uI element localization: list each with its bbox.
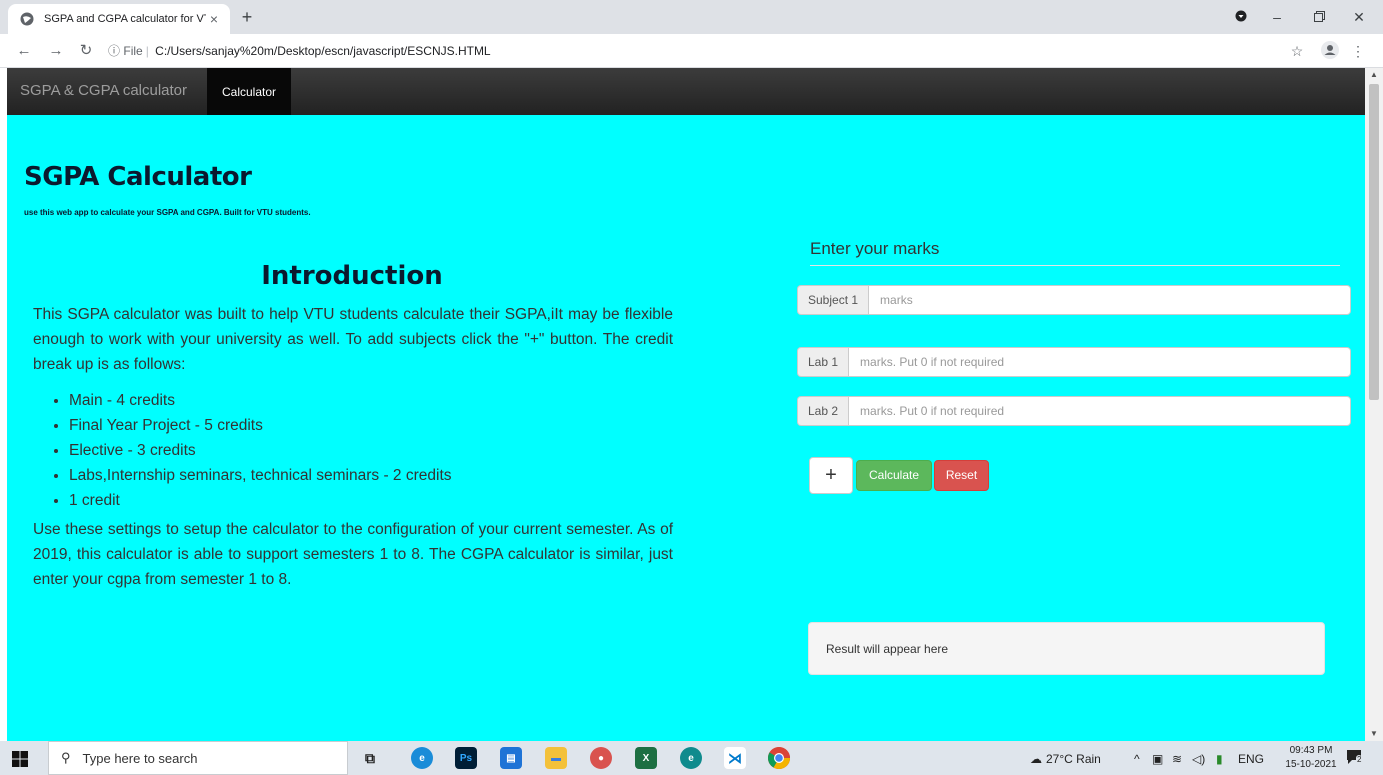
list-item: 1 credit bbox=[69, 488, 452, 513]
url-scheme: File bbox=[123, 44, 143, 58]
search-icon: ⚲ bbox=[61, 750, 71, 765]
subject-1-row: Subject 1 marks bbox=[797, 285, 1351, 315]
restore-icon[interactable] bbox=[1304, 6, 1334, 28]
result-text: Result will appear here bbox=[826, 641, 949, 656]
site-navbar: SGPA & CGPA calculator Calculator bbox=[7, 68, 1365, 115]
forward-icon[interactable]: → bbox=[46, 41, 66, 61]
lab-1-input[interactable]: marks. Put 0 if not required bbox=[848, 347, 1351, 377]
weather-text[interactable]: 27°C Rain bbox=[1046, 752, 1101, 766]
nav-link-calculator[interactable]: Calculator bbox=[207, 68, 291, 115]
tab-title: SGPA and CGPA calculator for VT bbox=[44, 13, 206, 25]
close-window-icon[interactable]: ✕ bbox=[1344, 6, 1374, 28]
task-view-icon[interactable]: ⧉ bbox=[359, 747, 381, 769]
notification-icon[interactable]: 2 bbox=[1346, 749, 1364, 768]
clock-time: 09:43 PM bbox=[1289, 745, 1333, 756]
minimize-icon[interactable]: – bbox=[1262, 6, 1292, 28]
wifi-icon[interactable]: ≋ bbox=[1172, 752, 1182, 766]
intro-paragraph-2: Use these settings to setup the calculat… bbox=[33, 521, 673, 588]
list-item: Labs,Internship seminars, technical semi… bbox=[69, 463, 452, 488]
excel-icon[interactable]: X bbox=[635, 747, 657, 769]
reload-icon[interactable]: ↻ bbox=[76, 41, 96, 61]
browser-tab[interactable]: SGPA and CGPA calculator for VT × bbox=[8, 4, 230, 34]
new-tab-button[interactable]: + bbox=[236, 6, 258, 28]
lab-1-row: Lab 1 marks. Put 0 if not required bbox=[797, 347, 1351, 377]
vscode-icon[interactable]: ⋊ bbox=[724, 747, 746, 769]
intro-heading: Introduction bbox=[261, 261, 443, 291]
file-explorer-icon[interactable]: ▬ bbox=[545, 747, 567, 769]
intro-paragraph-1: This SGPA calculator was built to help V… bbox=[33, 306, 673, 373]
chrome-dev-icon[interactable]: ● bbox=[590, 747, 612, 769]
result-panel: Result will appear here bbox=[808, 622, 1325, 675]
credit-list: Main - 4 credits Final Year Project - 5 … bbox=[55, 388, 452, 513]
lab-2-input[interactable]: marks. Put 0 if not required bbox=[848, 396, 1351, 426]
edge-icon[interactable]: e bbox=[411, 747, 433, 769]
lab-2-label: Lab 2 bbox=[797, 396, 849, 426]
reset-button[interactable]: Reset bbox=[934, 460, 989, 491]
subject-1-input[interactable]: marks bbox=[868, 285, 1351, 315]
battery-icon[interactable]: ▮ bbox=[1216, 752, 1223, 766]
scroll-down-arrow-icon[interactable]: ▼ bbox=[1365, 727, 1383, 741]
calendar-icon[interactable]: ▤ bbox=[500, 747, 522, 769]
search-placeholder: Type here to search bbox=[82, 750, 198, 766]
lab-1-label: Lab 1 bbox=[797, 347, 849, 377]
lab-2-row: Lab 2 marks. Put 0 if not required bbox=[797, 396, 1351, 426]
scroll-thumb[interactable] bbox=[1369, 84, 1379, 400]
add-subject-button[interactable]: + bbox=[809, 457, 853, 494]
back-icon[interactable]: ← bbox=[14, 41, 34, 61]
scroll-up-arrow-icon[interactable]: ▲ bbox=[1365, 68, 1383, 82]
page-title: SGPA Calculator bbox=[24, 162, 252, 192]
url-path: C:/Users/sanjay%20m/Desktop/escn/javascr… bbox=[155, 44, 491, 58]
menu-kebab-icon[interactable]: ⋮ bbox=[1348, 41, 1368, 61]
volume-icon[interactable]: ◁) bbox=[1192, 752, 1205, 766]
bookmark-star-icon[interactable]: ☆ bbox=[1287, 41, 1307, 61]
profile-avatar-icon[interactable] bbox=[1320, 41, 1340, 61]
page-viewport: SGPA & CGPA calculator Calculator SGPA C… bbox=[7, 68, 1365, 741]
page-subtitle: use this web app to calculate your SGPA … bbox=[24, 208, 311, 217]
chrome-icon[interactable] bbox=[768, 747, 790, 769]
taskbar-clock[interactable]: 09:43 PM 15-10-2021 bbox=[1283, 744, 1339, 772]
navbar-brand[interactable]: SGPA & CGPA calculator bbox=[20, 82, 187, 99]
page-scrollbar[interactable]: ▲ ▼ bbox=[1365, 68, 1383, 741]
info-icon[interactable]: ⓘ bbox=[108, 44, 120, 58]
clock-date: 15-10-2021 bbox=[1285, 759, 1337, 770]
notification-count: 2 bbox=[1356, 755, 1363, 764]
edge-beta-icon[interactable]: e bbox=[680, 747, 702, 769]
profile-indicator-icon[interactable] bbox=[1226, 6, 1256, 28]
close-tab-icon[interactable]: × bbox=[206, 11, 222, 27]
marks-heading: Enter your marks bbox=[810, 239, 1340, 266]
list-item: Main - 4 credits bbox=[69, 388, 452, 413]
taskbar-search-input[interactable]: ⚲ Type here to search bbox=[48, 741, 348, 775]
address-bar[interactable]: ⓘ File | C:/Users/sanjay%20m/Desktop/escn… bbox=[108, 42, 491, 59]
browser-toolbar: ← → ↻ ⓘ File | C:/Users/sanjay%20m/Deskto… bbox=[0, 34, 1383, 68]
list-item: Elective - 3 credits bbox=[69, 438, 452, 463]
meet-icon[interactable]: ▣ bbox=[1152, 752, 1163, 766]
globe-icon bbox=[20, 12, 34, 26]
windows-taskbar: ⚲ Type here to search ⧉ e Ps ▤ ▬ ● X e ⋊… bbox=[0, 741, 1383, 775]
tray-chevron-icon[interactable]: ^ bbox=[1134, 752, 1140, 766]
browser-tabstrip: SGPA and CGPA calculator for VT × + – ✕ bbox=[0, 0, 1383, 34]
calculate-button[interactable]: Calculate bbox=[856, 460, 932, 491]
subject-1-label: Subject 1 bbox=[797, 285, 869, 315]
photoshop-icon[interactable]: Ps bbox=[455, 747, 477, 769]
windows-start-icon[interactable] bbox=[12, 751, 28, 767]
language-indicator[interactable]: ENG bbox=[1238, 752, 1264, 766]
list-item: Final Year Project - 5 credits bbox=[69, 413, 452, 438]
weather-icon[interactable]: ☁ bbox=[1030, 752, 1042, 766]
